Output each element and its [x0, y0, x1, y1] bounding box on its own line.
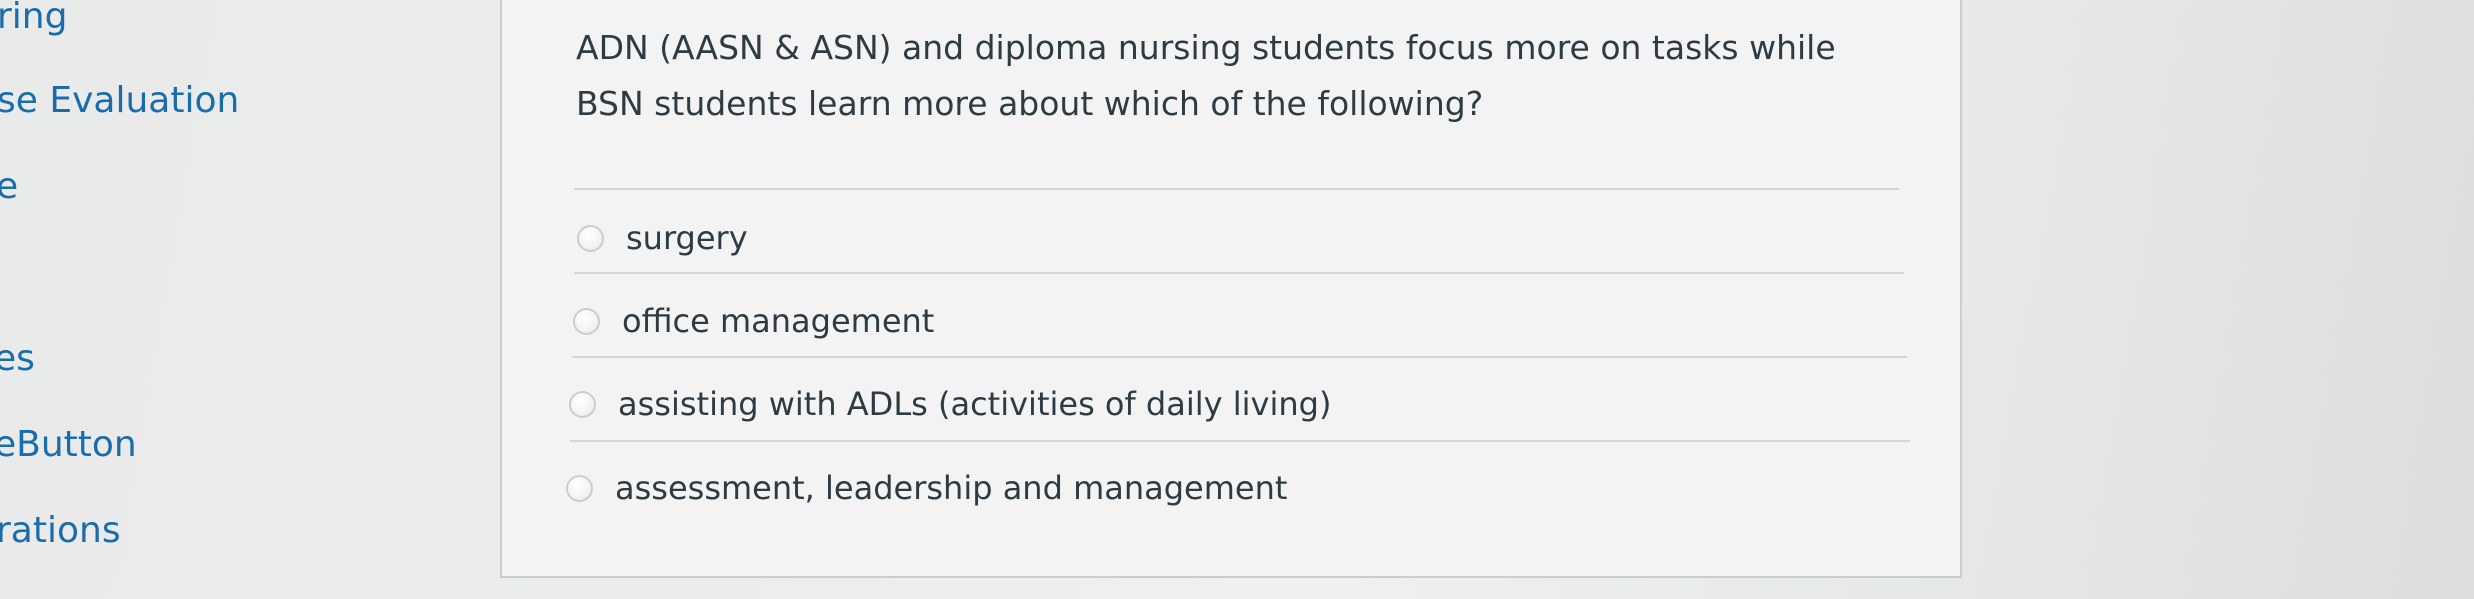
- radio-button[interactable]: [577, 224, 604, 252]
- sidebar-item-evaluation[interactable]: se Evaluation: [0, 80, 239, 121]
- sidebar-item-es[interactable]: es: [0, 338, 35, 379]
- answer-label: assisting with ADLs (activities of daily…: [618, 385, 1332, 423]
- radio-button[interactable]: [569, 390, 596, 418]
- sidebar-item-ring[interactable]: ring: [0, 0, 67, 37]
- sidebar-item-label: eButton: [0, 424, 137, 465]
- course-navigation-sidebar: ring se Evaluation e es eButton rations: [0, 0, 480, 599]
- radio-button[interactable]: [566, 474, 593, 502]
- sidebar-item-rations[interactable]: rations: [0, 510, 121, 551]
- sidebar-item-e[interactable]: e: [0, 166, 18, 207]
- answer-label: assessment, leadership and management: [615, 469, 1288, 507]
- answer-divider: [574, 272, 1904, 274]
- question-text: ADN (AASN & ASN) and diploma nursing stu…: [576, 28, 1836, 123]
- radio-button[interactable]: [573, 307, 600, 335]
- answer-option-assessment-leadership-management[interactable]: assessment, leadership and management: [566, 463, 1287, 513]
- question-divider: [574, 188, 1899, 190]
- answer-option-surgery[interactable]: surgery: [577, 213, 748, 263]
- answer-option-office-management[interactable]: office management: [573, 296, 934, 346]
- sidebar-item-ebutton[interactable]: eButton: [0, 424, 137, 465]
- answer-divider: [572, 356, 1907, 358]
- answer-label: office management: [622, 302, 935, 340]
- sidebar-item-label: rations: [0, 510, 121, 551]
- sidebar-item-label: es: [0, 338, 35, 379]
- sidebar-item-label: e: [0, 166, 19, 207]
- answer-label: surgery: [626, 219, 748, 257]
- question-card: ADN (AASN & ASN) and diploma nursing stu…: [500, 0, 1962, 578]
- sidebar-item-label: ring: [0, 0, 68, 37]
- sidebar-item-label: se Evaluation: [0, 80, 240, 121]
- answer-divider: [570, 440, 1910, 442]
- answer-option-assisting-with-adls[interactable]: assisting with ADLs (activities of daily…: [569, 379, 1331, 429]
